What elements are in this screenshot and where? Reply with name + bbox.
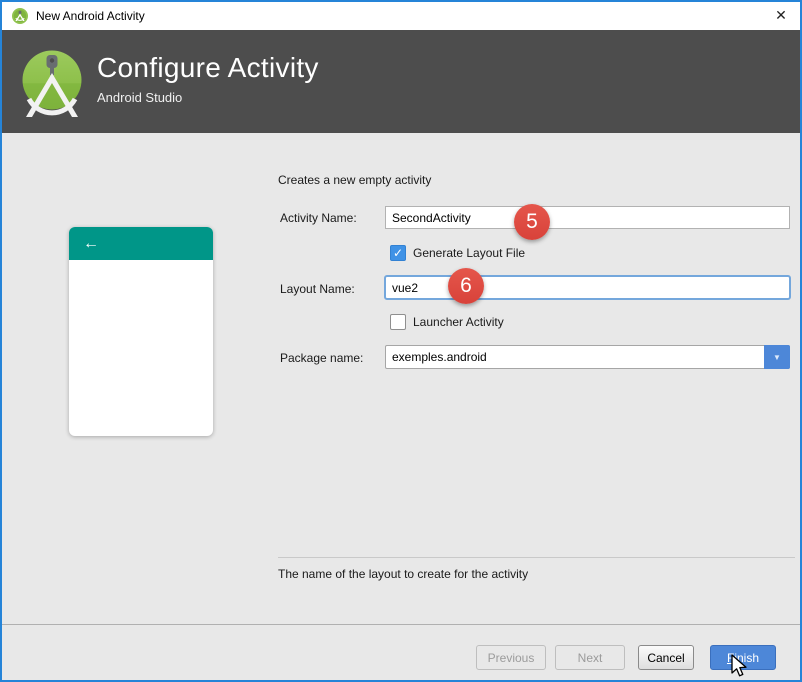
generate-layout-checkbox[interactable]: ✓ <box>390 245 406 261</box>
chevron-down-icon: ▼ <box>773 353 781 362</box>
package-name-combobox[interactable]: exemples.android ▼ <box>385 345 790 369</box>
help-separator <box>278 557 795 558</box>
mouse-cursor <box>730 654 748 678</box>
wizard-content: ← Creates a new empty activity Activity … <box>2 133 800 624</box>
launcher-activity-label: Launcher Activity <box>413 315 504 329</box>
template-description: Creates a new empty activity <box>278 173 431 187</box>
layout-name-input[interactable] <box>384 275 791 300</box>
android-studio-small-icon <box>12 8 28 24</box>
wizard-header-text: Configure Activity Android Studio <box>97 52 319 105</box>
previous-button[interactable]: Previous <box>476 645 546 670</box>
page-subtitle: Android Studio <box>97 90 319 105</box>
next-button[interactable]: Next <box>555 645 625 670</box>
title-bar: New Android Activity ✕ <box>2 2 800 30</box>
next-button-label: Next <box>578 651 603 665</box>
package-name-value: exemples.android <box>386 350 764 364</box>
launcher-activity-checkbox-row[interactable]: Launcher Activity <box>390 314 504 330</box>
activity-name-input[interactable] <box>385 206 790 229</box>
cancel-button[interactable]: Cancel <box>638 645 694 670</box>
back-arrow-icon: ← <box>83 235 99 253</box>
new-android-activity-dialog: New Android Activity ✕ Configure Ac <box>0 0 802 682</box>
annotation-badge-6: 6 <box>448 268 484 304</box>
android-studio-logo-icon <box>16 47 88 125</box>
package-name-dropdown-button[interactable]: ▼ <box>764 345 790 369</box>
generate-layout-label: Generate Layout File <box>413 246 525 260</box>
package-name-label: Package name: <box>280 351 363 365</box>
cancel-button-label: Cancel <box>647 651 684 665</box>
activity-preview-appbar: ← <box>69 227 213 260</box>
check-icon: ✓ <box>393 246 403 260</box>
activity-name-label: Activity Name: <box>280 211 357 225</box>
annotation-badge-5: 5 <box>514 204 550 240</box>
page-title: Configure Activity <box>97 52 319 84</box>
wizard-header: Configure Activity Android Studio <box>2 30 800 133</box>
generate-layout-checkbox-row[interactable]: ✓ Generate Layout File <box>390 245 525 261</box>
close-icon: ✕ <box>775 7 787 24</box>
launcher-activity-checkbox[interactable] <box>390 314 406 330</box>
close-button[interactable]: ✕ <box>768 2 794 28</box>
layout-name-label: Layout Name: <box>280 282 355 296</box>
window-title: New Android Activity <box>36 9 145 23</box>
field-help-text: The name of the layout to create for the… <box>278 567 528 581</box>
previous-button-label: Previous <box>488 651 535 665</box>
dialog-button-bar: Previous Next Cancel Finish <box>2 624 800 680</box>
activity-preview: ← <box>69 227 213 436</box>
